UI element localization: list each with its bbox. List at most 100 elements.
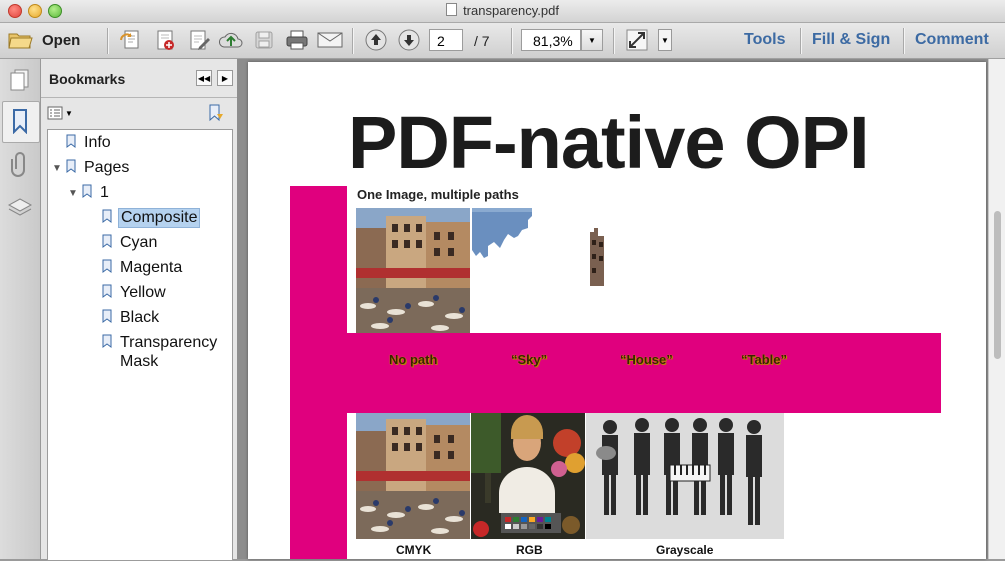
open-button[interactable]: Open xyxy=(8,28,80,52)
toolbar-options-button[interactable]: ▼ xyxy=(657,28,673,52)
vertical-scrollbar[interactable] xyxy=(988,59,1005,559)
page-count: / 7 xyxy=(474,33,490,49)
bookmark-label: Mask xyxy=(120,353,159,370)
tools-button[interactable]: Tools xyxy=(744,31,785,49)
bookmarks-toolbar: ▼ xyxy=(41,99,237,129)
email-button[interactable] xyxy=(316,28,344,52)
bookmark-icon xyxy=(102,259,112,278)
bookmark-icon xyxy=(102,284,112,303)
bookmark-label: Cyan xyxy=(120,234,158,251)
chevron-down-icon: ▼ xyxy=(658,29,672,51)
create-pdf-icon xyxy=(120,30,139,49)
sky-path-image xyxy=(472,208,534,260)
bookmark-label: Transparency xyxy=(120,334,218,351)
pdf-document-icon xyxy=(446,3,458,16)
navigation-rail xyxy=(0,59,41,559)
bookmark-item[interactable]: ▼ Pages xyxy=(52,157,131,179)
magenta-vertical-bar xyxy=(290,186,347,559)
chevron-down-icon: ▼ xyxy=(65,108,73,118)
collapse-panel-button[interactable]: ◀◀ xyxy=(196,70,212,86)
woman-portrait-image-rgb xyxy=(471,413,585,539)
expand-arrows-icon xyxy=(626,29,648,51)
printer-icon xyxy=(286,30,308,50)
bookmark-ribbon-icon xyxy=(13,109,27,134)
create-pdf-button[interactable] xyxy=(118,28,144,52)
window-title-text: transparency.pdf xyxy=(463,3,559,18)
page-number-input[interactable]: 2 xyxy=(429,29,463,51)
attachments-button[interactable] xyxy=(7,151,33,177)
disclosure-triangle-icon[interactable]: ▼ xyxy=(68,188,82,199)
magenta-horizontal-band xyxy=(347,333,941,413)
save-button[interactable] xyxy=(252,28,276,52)
color-label-grayscale: Grayscale xyxy=(656,543,714,557)
main-toolbar: Open 2 / 7 81,3% ▼ ▼ Tools Fill & Sign C… xyxy=(0,23,1005,59)
arrow-down-circle-icon xyxy=(398,29,420,51)
band-photo-image-grayscale xyxy=(586,413,784,539)
street-scene-image-no-path xyxy=(356,208,470,333)
bookmark-item[interactable]: Info xyxy=(52,132,113,154)
previous-page-button[interactable] xyxy=(364,28,388,52)
comment-button[interactable]: Comment xyxy=(915,31,989,49)
list-options-icon xyxy=(47,106,63,120)
toolbar-separator xyxy=(903,28,904,54)
new-bookmark-button[interactable] xyxy=(207,104,225,127)
edit-document-icon xyxy=(190,30,210,50)
toolbar-separator xyxy=(800,28,801,54)
path-label-table: “Table” xyxy=(741,352,787,367)
bookmark-item[interactable]: Black xyxy=(102,307,161,329)
upload-cloud-button[interactable] xyxy=(218,28,244,52)
window-title: transparency.pdf xyxy=(0,3,1005,18)
print-button[interactable] xyxy=(284,28,310,52)
bookmark-label: Black xyxy=(120,309,160,326)
color-label-rgb: RGB xyxy=(516,543,543,557)
layers-icon xyxy=(7,198,33,216)
save-disk-icon xyxy=(255,31,273,49)
convert-pdf-button[interactable] xyxy=(152,28,178,52)
expand-panel-button[interactable]: ▶ xyxy=(217,70,233,86)
bookmark-item[interactable]: Cyan xyxy=(102,232,159,254)
bookmark-item[interactable]: Composite xyxy=(102,207,201,229)
double-chevron-left-icon: ◀◀ xyxy=(197,73,211,83)
panel-divider xyxy=(41,97,237,98)
page-thumbnails-button[interactable] xyxy=(7,67,33,93)
chevron-right-icon: ▶ xyxy=(221,73,229,83)
open-button-label: Open xyxy=(42,31,81,49)
bookmark-options-button[interactable]: ▼ xyxy=(47,106,73,120)
bookmarks-panel: Bookmarks ◀◀ ▶ ▼ Info ▼ Pages ▼ 1 Composite Cy… xyxy=(41,59,238,561)
bookmark-item[interactable]: Yellow xyxy=(102,282,168,304)
chevron-down-icon: ▼ xyxy=(588,35,596,45)
folder-icon xyxy=(8,33,33,49)
next-page-button[interactable] xyxy=(397,28,421,52)
path-label-none: No path xyxy=(389,352,438,367)
new-bookmark-icon xyxy=(209,104,223,122)
fullscreen-button[interactable] xyxy=(624,28,650,52)
envelope-icon xyxy=(317,32,343,48)
layers-button[interactable] xyxy=(7,195,33,221)
edit-pdf-button[interactable] xyxy=(186,28,212,52)
disclosure-triangle-icon[interactable]: ▼ xyxy=(52,163,66,174)
zoom-dropdown-button[interactable]: ▼ xyxy=(581,29,603,51)
bookmarks-panel-button[interactable] xyxy=(7,108,33,134)
bookmark-label: Yellow xyxy=(120,284,166,301)
bookmark-label-continued: Mask xyxy=(118,351,160,373)
zoom-input[interactable]: 81,3% xyxy=(521,29,581,51)
arrow-up-circle-icon xyxy=(365,29,387,51)
bookmark-item[interactable]: Magenta xyxy=(102,257,184,279)
bookmark-label: Pages xyxy=(84,159,130,176)
bookmark-label: 1 xyxy=(100,184,109,201)
pdf-page: PDF-native OPI One Image, multiple paths xyxy=(248,62,986,559)
bookmarks-tree: Info ▼ Pages ▼ 1 Composite Cyan Magenta Yellow Bl… xyxy=(47,129,233,561)
street-scene-image-cmyk xyxy=(356,413,470,539)
color-label-cmyk: CMYK xyxy=(396,543,432,557)
page-thumbnails-icon xyxy=(10,69,29,91)
toolbar-separator xyxy=(352,28,353,54)
cloud-upload-icon xyxy=(218,32,243,48)
bookmark-item[interactable]: ▼ 1 xyxy=(68,182,111,204)
house-path-image xyxy=(588,228,608,290)
page-heading: PDF-native OPI xyxy=(348,101,870,184)
bookmark-icon xyxy=(102,334,112,353)
fill-sign-button[interactable]: Fill & Sign xyxy=(812,31,890,49)
paperclip-icon xyxy=(11,152,25,177)
bookmark-label: Composite xyxy=(118,208,201,228)
scrollbar-thumb[interactable] xyxy=(994,211,1001,359)
